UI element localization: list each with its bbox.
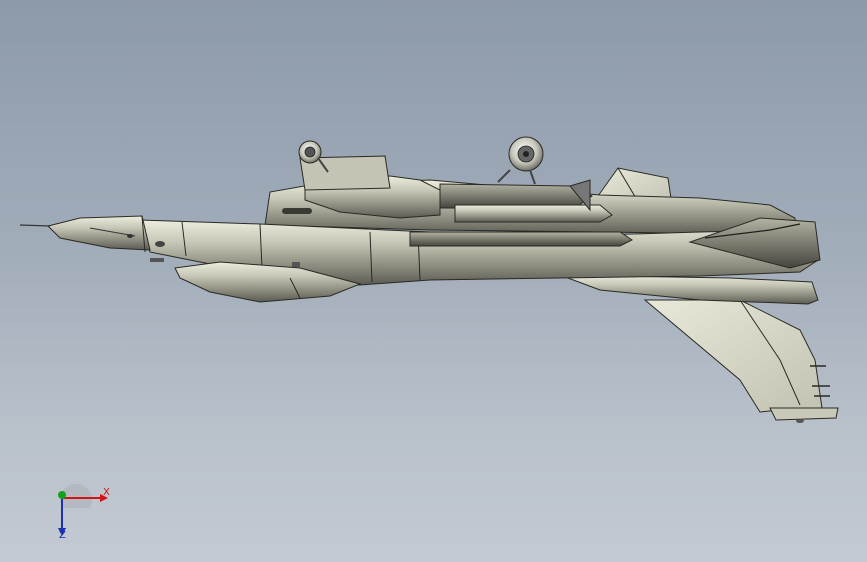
nose-cone[interactable] (47, 215, 151, 251)
wing[interactable] (643, 299, 839, 423)
aircraft-model[interactable] (0, 0, 867, 562)
x-axis-label: X (103, 487, 110, 498)
graphics-viewport[interactable]: X Y Z (0, 0, 867, 562)
z-axis-label: Z (59, 530, 66, 541)
pitot-probe (19, 224, 51, 227)
y-axis-marker (58, 491, 66, 499)
main-gear-wheel[interactable] (497, 136, 544, 185)
